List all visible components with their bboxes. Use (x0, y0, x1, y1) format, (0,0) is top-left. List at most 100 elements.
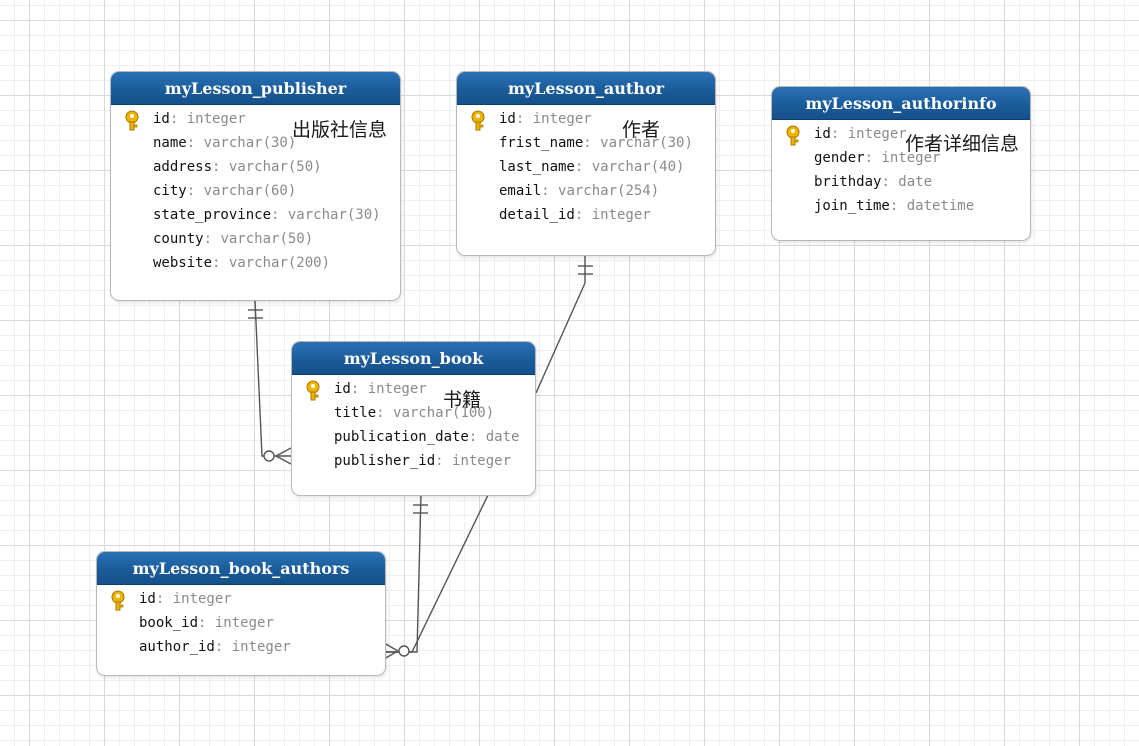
entity-title[interactable]: myLesson_author (457, 72, 715, 105)
note-publisher: 出版社信息 (292, 119, 388, 141)
entity-title[interactable]: myLesson_authorinfo (772, 87, 1030, 120)
relation-publisher-book[interactable] (254, 299, 291, 457)
field-separator: : (155, 591, 173, 607)
field-separator: : (203, 231, 221, 247)
field-type: integer (367, 381, 427, 397)
field-type: varchar(200) (228, 255, 331, 271)
primary-key-icon (109, 590, 127, 612)
field-name: id (139, 591, 156, 607)
entity-book-authors[interactable]: myLesson_book_authors id: integer book_id… (96, 551, 386, 676)
primary-key-icon (784, 125, 802, 147)
field-name: id (814, 126, 831, 142)
field-name: author_id (139, 639, 215, 655)
field-separator: : (889, 198, 907, 214)
entity-author[interactable]: myLesson_author id: integer frist_name: v… (456, 71, 716, 256)
entity-book[interactable]: myLesson_book id: integer title: varchar(… (291, 341, 536, 496)
field-name: address (153, 159, 213, 175)
field-separator: : (583, 135, 601, 151)
field-row[interactable]: brithday: date (772, 171, 1030, 195)
note-book: 书籍 (443, 389, 482, 411)
field-name: frist_name (499, 135, 584, 151)
field-row[interactable]: title: varchar(100) (292, 402, 535, 426)
primary-key-icon (304, 380, 322, 402)
field-row[interactable]: id: integer (457, 108, 715, 132)
zero-mark-book (263, 450, 275, 462)
field-row[interactable]: detail_id: integer (457, 204, 715, 228)
field-name: email (499, 183, 542, 199)
relation-author-book-authors-tail[interactable] (384, 494, 489, 653)
entity-authorinfo[interactable]: myLesson_authorinfo id: integer gender: i… (771, 86, 1031, 241)
field-type: varchar(50) (220, 231, 314, 247)
field-row[interactable]: website: varchar(200) (111, 252, 400, 276)
field-row[interactable]: id: integer (97, 588, 385, 612)
field-type: date (898, 174, 933, 190)
field-name: join_time (814, 198, 890, 214)
field-separator: : (468, 429, 486, 445)
field-row[interactable]: book_id: integer (97, 612, 385, 636)
field-type: integer (172, 591, 232, 607)
field-list: id: integer title: varchar(100) publicatio… (292, 375, 535, 474)
field-type: varchar(254) (558, 183, 660, 199)
field-type: integer (231, 639, 291, 655)
field-row[interactable]: frist_name: varchar(30) (457, 132, 715, 156)
entity-title[interactable]: myLesson_book_authors (97, 552, 385, 585)
field-row[interactable]: last_name: varchar(40) (457, 156, 715, 180)
field-type: integer (186, 111, 246, 127)
field-separator: : (271, 207, 288, 223)
field-separator: : (376, 405, 394, 421)
primary-key-icon (123, 110, 141, 132)
field-separator: : (515, 111, 533, 127)
entity-title[interactable]: myLesson_publisher (111, 72, 400, 105)
field-separator: : (186, 135, 204, 151)
field-row[interactable]: address: varchar(50) (111, 156, 400, 180)
field-separator: : (214, 639, 232, 655)
field-row[interactable]: join_time: datetime (772, 195, 1030, 219)
field-name: book_id (139, 615, 199, 631)
field-row[interactable]: city: varchar(60) (111, 180, 400, 204)
field-name: publisher_id (334, 453, 436, 469)
field-name: name (153, 135, 187, 151)
field-type: integer (452, 453, 512, 469)
field-row[interactable]: author_id: integer (97, 636, 385, 660)
field-separator: : (212, 255, 229, 271)
field-row[interactable]: state_province: varchar(30) (111, 204, 400, 228)
field-separator: : (198, 615, 215, 631)
field-row[interactable]: id: integer (292, 378, 535, 402)
relation-author-book-authors[interactable] (535, 255, 586, 394)
field-type: varchar(50) (228, 159, 322, 175)
field-row[interactable]: publisher_id: integer (292, 450, 535, 474)
relation-book-book-authors[interactable] (384, 494, 422, 653)
field-separator: : (881, 174, 899, 190)
field-name: county (153, 231, 204, 247)
field-type: integer (214, 615, 274, 631)
field-name: id (499, 111, 516, 127)
note-author: 作者 (622, 119, 661, 141)
crowfoot-book-2 (275, 455, 292, 465)
field-list: id: integer book_id: integer author_id: in… (97, 585, 385, 660)
entity-title[interactable]: myLesson_book (292, 342, 535, 375)
field-name: detail_id (499, 207, 575, 223)
field-row[interactable]: publication_date: date (292, 426, 535, 450)
field-name: last_name (499, 159, 575, 175)
crowfoot-book-authors-1 (383, 642, 399, 652)
field-separator: : (830, 126, 848, 142)
field-type: integer (532, 111, 592, 127)
field-type: integer (847, 126, 907, 142)
field-list: id: integer frist_name: varchar(30) last_n… (457, 105, 715, 228)
field-row[interactable]: county: varchar(50) (111, 228, 400, 252)
field-type: integer (591, 207, 651, 223)
field-name: title (334, 405, 377, 421)
field-type: datetime (906, 198, 975, 214)
field-name: state_province (153, 207, 272, 223)
field-name: gender (814, 150, 865, 166)
field-separator: : (350, 381, 368, 397)
primary-key-icon (469, 110, 487, 132)
entity-publisher[interactable]: myLesson_publisher id: integer name: varc… (110, 71, 401, 301)
field-type: varchar(60) (203, 183, 297, 199)
field-row[interactable]: email: varchar(254) (457, 180, 715, 204)
field-type: date (485, 429, 520, 445)
field-separator: : (186, 183, 204, 199)
zero-mark-book-authors (398, 645, 410, 657)
field-name: website (153, 255, 213, 271)
field-name: city (153, 183, 187, 199)
